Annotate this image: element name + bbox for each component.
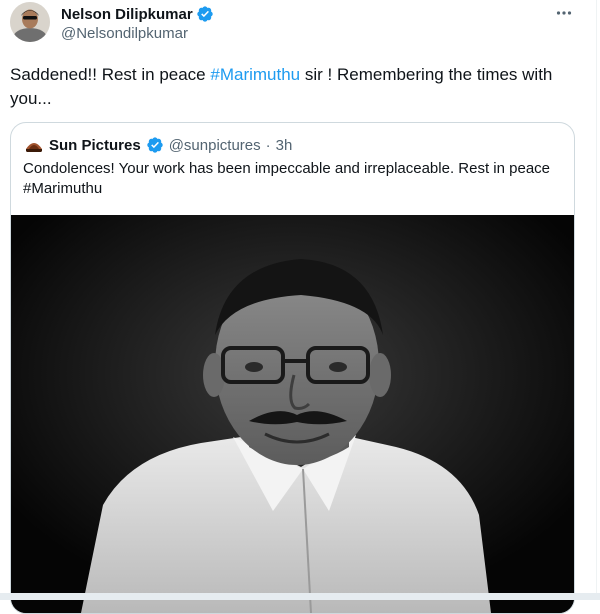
tweet-hashtag-link[interactable]: #Marimuthu bbox=[210, 65, 300, 84]
verified-badge-icon bbox=[196, 5, 214, 23]
quoted-avatar[interactable] bbox=[24, 135, 44, 155]
quoted-text-body: Condolences! Your work has been impeccab… bbox=[23, 160, 550, 177]
bottom-divider bbox=[0, 593, 600, 600]
quoted-photo[interactable] bbox=[11, 215, 574, 613]
tweet-text: Saddened!! Rest in peace #Marimuthu sir … bbox=[10, 63, 580, 111]
author-handle[interactable]: @Nelsondilpkumar bbox=[61, 25, 188, 42]
quoted-header: Sun Pictures @sunpictures · 3h bbox=[24, 135, 292, 155]
quoted-verified-badge-icon bbox=[146, 136, 164, 154]
more-options-icon[interactable] bbox=[554, 3, 574, 23]
quoted-separator: · bbox=[265, 136, 271, 154]
author-avatar[interactable] bbox=[10, 2, 50, 42]
author-name[interactable]: Nelson Dilipkumar bbox=[61, 6, 193, 23]
quoted-timestamp[interactable]: 3h bbox=[276, 137, 293, 154]
quoted-tweet[interactable]: Sun Pictures @sunpictures · 3h Condolenc… bbox=[10, 122, 575, 614]
scrollbar-track[interactable] bbox=[596, 0, 597, 600]
tweet-card[interactable]: Nelson Dilipkumar @Nelsondilpkumar Sadde… bbox=[0, 0, 600, 614]
quoted-author-name[interactable]: Sun Pictures bbox=[49, 137, 141, 154]
quoted-text: Condolences! Your work has been impeccab… bbox=[23, 159, 568, 199]
author-name-row: Nelson Dilipkumar bbox=[61, 5, 214, 23]
quoted-hashtag: #Marimuthu bbox=[23, 180, 103, 197]
tweet-text-before: Saddened!! Rest in peace bbox=[10, 65, 211, 84]
quoted-author-handle[interactable]: @sunpictures bbox=[169, 137, 261, 154]
